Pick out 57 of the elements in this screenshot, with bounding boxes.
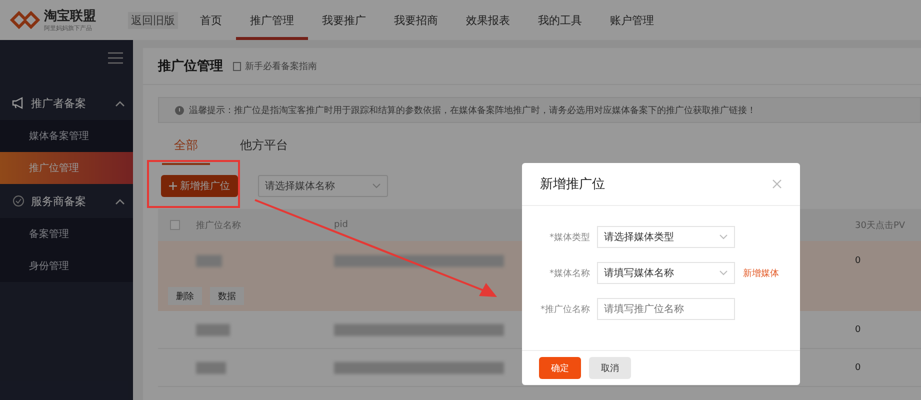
sidebar-item[interactable]: 推广位管理 — [0, 152, 133, 184]
shield-icon — [12, 195, 25, 207]
menu-icon[interactable] — [108, 52, 123, 64]
info-icon — [175, 106, 184, 114]
sidebar-group[interactable]: 推广者备案 — [0, 86, 133, 120]
guide-link[interactable]: 新手必看备案指南 — [233, 60, 317, 72]
table-cell-text: 0 — [855, 362, 862, 372]
confirm-button[interactable]: 确定 — [539, 357, 581, 379]
page-title: 推广位管理 — [158, 58, 223, 75]
nav-item[interactable]: 我要推广 — [308, 0, 380, 40]
column-header: pid — [334, 220, 349, 230]
field-label: *媒体名称 — [548, 268, 590, 280]
logo-icon — [10, 11, 40, 29]
column-header: 推广位名称 — [196, 220, 242, 232]
checkbox[interactable] — [170, 220, 180, 230]
column-header: 30天点击PV — [855, 220, 906, 232]
sidebar-item[interactable]: 备案管理 — [0, 218, 133, 250]
blurred-text — [196, 362, 226, 374]
dialog-title: 新增推广位 — [540, 176, 605, 193]
megaphone-icon — [12, 97, 25, 109]
field-label: *媒体类型 — [548, 232, 590, 244]
table-cell-text: 0 — [855, 256, 862, 266]
row-action-button[interactable]: 数据 — [210, 287, 244, 305]
chevron-down-icon — [372, 183, 381, 189]
row-action-button[interactable]: 删除 — [168, 287, 202, 305]
logo-title: 淘宝联盟 — [44, 8, 97, 25]
notice-text: 温馨提示：推广位是指淘宝客推广时用于跟踪和结算的参数依据，在媒体备案阵地推广时，请务必选用对应媒体备案下的推广位获取推广链接！ — [189, 104, 756, 116]
nav-item[interactable]: 效果报表 — [452, 0, 524, 40]
select-field[interactable]: 请选择媒体类型 — [597, 226, 735, 248]
nav-item[interactable]: 我的工具 — [524, 0, 596, 40]
table-cell-text: 0 — [855, 324, 862, 334]
sidebar-group-label: 服务商备案 — [31, 194, 87, 208]
nav-item[interactable]: 首页 — [186, 0, 236, 40]
field-label: *推广位名称 — [540, 304, 590, 316]
sidebar-item[interactable]: 身份管理 — [0, 250, 133, 282]
nav-item[interactable]: 我要招商 — [380, 0, 452, 40]
plus-icon — [169, 182, 177, 190]
sidebar-group[interactable]: 服务商备案 — [0, 184, 133, 218]
chevron-down-icon — [719, 234, 728, 240]
select-field[interactable]: 请填写媒体名称 — [597, 262, 735, 284]
add-media-link[interactable]: 新增媒体 — [743, 266, 779, 280]
nav-item[interactable]: 推广管理 — [236, 0, 308, 40]
sidebar-group-label: 推广者备案 — [31, 96, 87, 110]
tab[interactable]: 他方平台 — [228, 133, 300, 165]
old-version-link[interactable]: 返回旧版 — [128, 12, 178, 28]
chevron-down-icon — [719, 270, 728, 276]
tab[interactable]: 全部 — [162, 133, 210, 165]
cancel-button[interactable]: 取消 — [589, 357, 631, 379]
close-icon[interactable] — [772, 179, 782, 189]
add-button[interactable]: 新增推广位 — [161, 175, 238, 197]
blurred-text — [196, 324, 230, 336]
media-select[interactable]: 请选择媒体名称 — [258, 175, 388, 197]
nav-item[interactable]: 账户管理 — [596, 0, 668, 40]
input-field[interactable]: 请填写推广位名称 — [597, 298, 735, 320]
sidebar-item[interactable]: 媒体备案管理 — [0, 120, 133, 152]
blurred-text — [196, 255, 222, 267]
document-icon — [233, 62, 241, 70]
